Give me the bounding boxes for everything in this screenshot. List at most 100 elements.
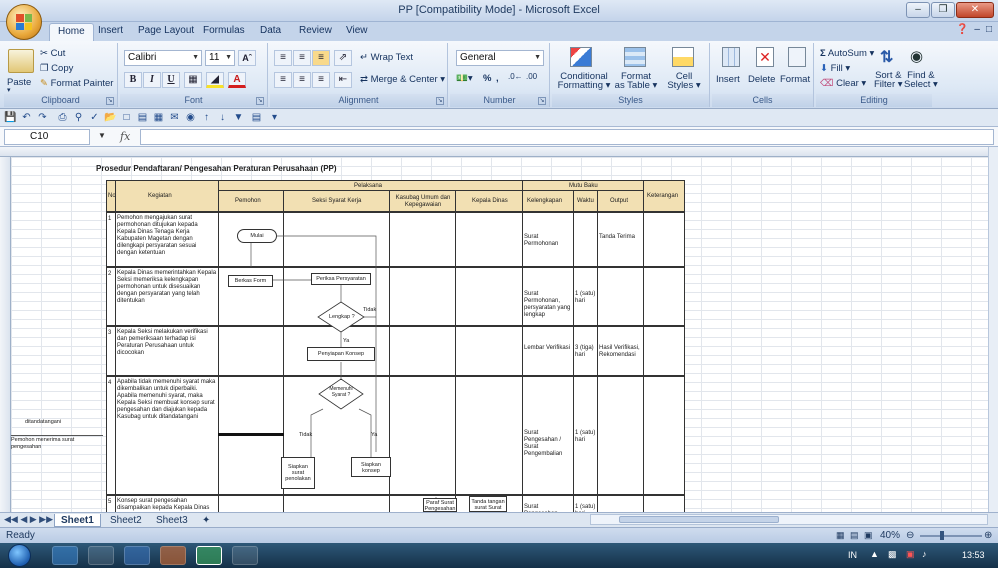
formula-input[interactable] — [140, 129, 994, 145]
sort-filter-icon[interactable]: ⇅ — [880, 47, 893, 67]
borders-icon[interactable]: ▦ — [184, 72, 202, 88]
horizontal-scrollbar[interactable] — [590, 514, 988, 525]
wrap-text-button[interactable]: ↵ Wrap Text — [360, 52, 413, 63]
fill-color-icon[interactable]: ◢ — [206, 72, 224, 88]
zoom-level[interactable]: 40% — [880, 530, 900, 541]
insert-cells-icon[interactable] — [722, 47, 740, 67]
format-cells-button[interactable]: Format — [780, 74, 810, 85]
sort-descending-icon[interactable]: ↓ — [216, 111, 229, 124]
indent-decrease-icon[interactable]: ⇤ — [334, 72, 352, 88]
restore-icon[interactable]: ❐ — [931, 2, 955, 18]
word-taskbar-icon[interactable] — [124, 546, 150, 565]
tab-home[interactable]: Home — [49, 23, 94, 42]
network-icon[interactable]: ▣ — [906, 549, 915, 560]
table-icon[interactable]: ▦ — [152, 111, 165, 124]
close-icon[interactable]: ✕ — [956, 2, 994, 18]
format-cells-icon[interactable] — [788, 47, 806, 67]
align-left-icon[interactable]: ≡ — [274, 72, 292, 88]
ie-taskbar-icon[interactable] — [52, 546, 78, 565]
tab-view[interactable]: View — [346, 25, 368, 36]
binoculars-icon[interactable]: ◉ — [910, 47, 923, 65]
camera-icon[interactable]: ◉ — [184, 111, 197, 124]
name-box-dropdown-icon[interactable]: ▼ — [98, 131, 106, 140]
format-as-table-icon[interactable] — [624, 47, 646, 67]
print-icon[interactable]: ⎙ — [56, 111, 69, 124]
sheet-nav-icon[interactable]: ◀◀ ◀ ▶ ▶▶ — [4, 514, 53, 525]
insert-sheet-icon[interactable]: ✦ — [196, 514, 216, 527]
save-icon[interactable]: 💾 — [4, 111, 17, 124]
align-center-icon[interactable]: ≡ — [293, 72, 311, 88]
conditional-formatting-button[interactable]: Conditional Formatting ▾ — [556, 72, 612, 91]
underline-icon[interactable]: U — [162, 72, 180, 88]
customize-qat-icon[interactable]: ▾ — [268, 111, 281, 124]
help-icon[interactable]: ❓ — [956, 24, 968, 35]
open-icon[interactable]: 📂 — [104, 111, 117, 124]
align-right-icon[interactable]: ≡ — [312, 72, 330, 88]
conditional-formatting-icon[interactable] — [570, 47, 592, 67]
currency-icon[interactable]: 💵▾ — [456, 73, 473, 84]
grow-font-icon[interactable]: Aˆ — [238, 50, 256, 66]
increase-decimal-icon[interactable]: .0← — [508, 72, 523, 81]
spelling-icon[interactable]: ✓ — [88, 111, 101, 124]
format-as-table-button[interactable]: Format as Table ▾ — [614, 72, 658, 91]
merge-center-button[interactable]: ⇄ Merge & Center ▾ — [360, 74, 445, 85]
preview-icon[interactable]: ⚲ — [72, 111, 85, 124]
worksheet-grid[interactable]: Prosedur Pendaftaran/ Pengesahan Peratur… — [11, 157, 988, 512]
paste-dropdown-icon[interactable]: ▾ — [7, 86, 11, 94]
fill-button[interactable]: ⬇ Fill ▾ — [820, 63, 850, 74]
minimize-icon[interactable]: – — [906, 2, 930, 18]
sort-filter-button[interactable]: Sort & Filter ▾ — [874, 71, 903, 90]
volume-icon[interactable]: ♪ — [922, 549, 927, 559]
view-layout-icon[interactable]: ▤ — [850, 530, 859, 541]
delete-cells-button[interactable]: Delete — [748, 74, 775, 85]
alignment-launcher-icon[interactable]: ↘ — [436, 97, 444, 105]
font-size-combo[interactable]: 11 ▼ — [205, 50, 235, 66]
zoom-in-icon[interactable]: ⊕ — [984, 530, 992, 541]
font-color-icon[interactable]: A — [228, 72, 246, 88]
filter-icon[interactable]: ▼ — [232, 111, 245, 124]
align-middle-icon[interactable]: ≡ — [293, 50, 311, 66]
ribbon-minimize-icon[interactable]: – — [974, 24, 980, 35]
excel-taskbar-icon[interactable] — [196, 546, 222, 565]
insert-cells-button[interactable]: Insert — [716, 74, 740, 85]
chart-icon[interactable]: ▤ — [136, 111, 149, 124]
tray-arrow-icon[interactable]: ▲ — [870, 549, 879, 559]
decrease-decimal-icon[interactable]: .00 — [526, 72, 537, 81]
form-icon[interactable]: ▤ — [250, 111, 263, 124]
clear-button[interactable]: ⌫ Clear ▾ — [820, 78, 866, 89]
bold-icon[interactable]: B — [124, 72, 142, 88]
new-icon[interactable]: □ — [120, 111, 133, 124]
autosum-button[interactable]: Σ AutoSum ▾ — [820, 48, 874, 59]
redo-icon[interactable]: ↷ — [36, 111, 49, 124]
vertical-scrollbar[interactable] — [988, 147, 998, 512]
cell-styles-button[interactable]: Cell Styles ▾ — [662, 72, 706, 91]
sheet-tab-sheet1[interactable]: Sheet1 — [54, 514, 101, 527]
email-icon[interactable]: ✉ — [168, 111, 181, 124]
sheet-tab-sheet2[interactable]: Sheet2 — [104, 514, 148, 527]
cell-styles-icon[interactable] — [672, 47, 694, 67]
column-headers[interactable] — [0, 147, 988, 157]
align-top-icon[interactable]: ≡ — [274, 50, 292, 66]
horizontal-scroll-thumb[interactable] — [619, 516, 779, 523]
row-headers[interactable] — [0, 157, 11, 512]
explorer-taskbar-icon[interactable] — [88, 546, 114, 565]
tab-insert[interactable]: Insert — [98, 25, 123, 36]
orientation-icon[interactable]: ⇗ — [334, 50, 352, 66]
ribbon-restore-icon[interactable]: □ — [986, 24, 992, 35]
language-indicator[interactable]: IN — [848, 550, 857, 560]
tab-page-layout[interactable]: Page Layout — [138, 25, 194, 36]
active-cell[interactable] — [218, 433, 284, 436]
zoom-out-icon[interactable]: ⊖ — [906, 530, 914, 541]
view-normal-icon[interactable]: ▦ — [836, 530, 845, 541]
insert-function-button[interactable]: fx — [120, 130, 130, 143]
font-name-combo[interactable]: Calibri ▼ — [124, 50, 202, 66]
cut-button[interactable]: ✂ Cut — [40, 48, 65, 59]
name-box[interactable]: C10 — [4, 129, 90, 145]
tab-review[interactable]: Review — [299, 25, 332, 36]
zoom-slider-thumb[interactable] — [940, 531, 944, 540]
tab-formulas[interactable]: Formulas — [203, 25, 245, 36]
undo-icon[interactable]: ↶ — [20, 111, 33, 124]
align-bottom-icon[interactable]: ≡ — [312, 50, 330, 66]
italic-icon[interactable]: I — [143, 72, 161, 88]
find-select-button[interactable]: Find & Select ▾ — [904, 71, 938, 90]
